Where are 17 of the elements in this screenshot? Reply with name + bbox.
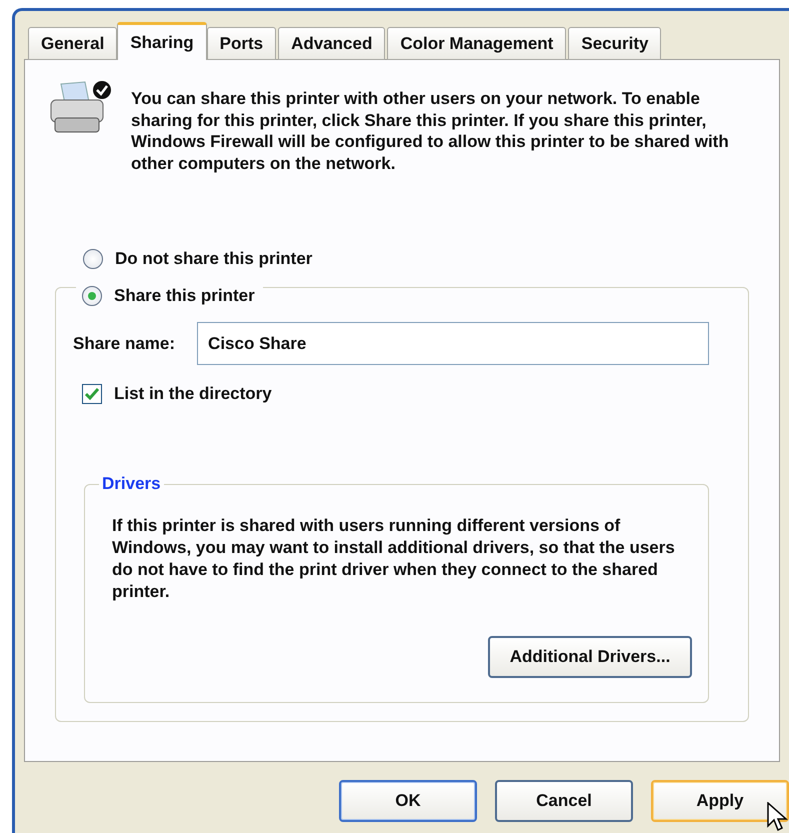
dialog-button[interactable]: OK: [339, 780, 477, 822]
radio-label: Do not share this printer: [115, 249, 312, 269]
dialog-button[interactable]: Apply: [651, 780, 789, 822]
field-label: Share name:: [73, 334, 176, 354]
radio-label: Share this printer: [114, 286, 255, 306]
tab[interactable]: Advanced: [278, 27, 386, 60]
tab[interactable]: Security: [568, 27, 662, 60]
tab[interactable]: Sharing: [117, 22, 207, 60]
dialog-button[interactable]: Cancel: [495, 780, 633, 822]
checkbox-label: List in the directory: [114, 384, 272, 404]
tab[interactable]: General: [28, 27, 118, 60]
drivers-text: If this printer is shared with users running different versions of Windows, you may want to install additional drivers, so that the users do not have to find the print driver when they connect to the shared printer.: [112, 515, 676, 603]
intro-text: You can share this printer with other users on your network. To enable sharing for this printer, click Share this printer. If you share this printer, Windows Firewall will be configured to allow this printer to be shared with other computers on the network.: [131, 88, 730, 174]
tab[interactable]: Ports: [206, 27, 276, 60]
additional-drivers-button[interactable]: Additional Drivers...: [488, 636, 692, 678]
tab[interactable]: Color Management: [387, 27, 566, 60]
share-name-field[interactable]: Cisco Share: [197, 322, 710, 365]
